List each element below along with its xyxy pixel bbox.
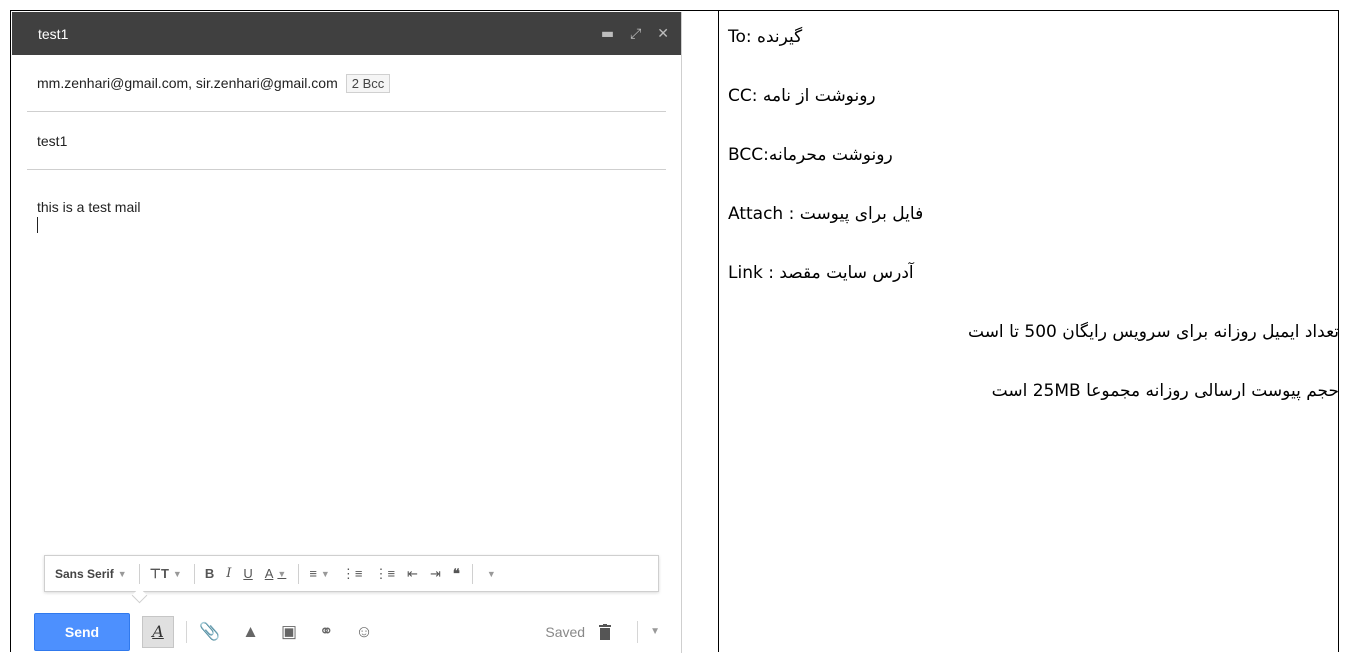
compose-titlebar: test1 ▬ ⤢ ✕	[12, 12, 681, 55]
quote-icon: ❝	[452, 565, 460, 581]
page-frame: test1 ▬ ⤢ ✕ mm.zenhari@gmail.com, sir.ze…	[10, 10, 1339, 653]
bulleted-list-button[interactable]: ⋮≡	[374, 566, 395, 582]
indent-more-icon: ⇥	[429, 565, 441, 581]
recipients-field[interactable]: mm.zenhari@gmail.com, sir.zenhari@gmail.…	[27, 55, 666, 112]
chevron-down-icon: ▼	[172, 568, 182, 579]
minimize-icon[interactable]: ▬	[601, 27, 614, 41]
indent-less-icon: ⇤	[407, 565, 418, 581]
toolbar-separator	[637, 620, 639, 643]
drive-icon[interactable]: ▲	[242, 622, 259, 642]
toolbar-separator	[298, 563, 300, 584]
font-family-label: Sans Serif	[55, 566, 114, 581]
trash-icon[interactable]	[599, 623, 612, 640]
note-link: Link : آدرس سایت مقصد	[728, 263, 914, 283]
text-color-label: A	[264, 566, 274, 581]
chevron-down-icon: ▼	[486, 568, 496, 579]
expand-icon[interactable]: ⤢	[630, 27, 641, 41]
formatting-toggle-button[interactable]: A	[142, 615, 174, 648]
subject-field[interactable]: test1	[27, 112, 666, 170]
recipients-text: mm.zenhari@gmail.com, sir.zenhari@gmail.…	[37, 75, 338, 91]
text-caret	[37, 217, 38, 233]
font-size-select[interactable]: ⊤T ▼	[150, 566, 182, 582]
numbered-list-button[interactable]: ⋮≡	[342, 566, 363, 582]
text-size-icon: ⊤T	[149, 565, 169, 581]
underline-label: U	[243, 566, 253, 581]
bold-label: B	[204, 566, 215, 581]
more-formatting-button[interactable]: ▼	[483, 569, 496, 579]
toolbar-separator	[186, 620, 187, 643]
chevron-down-icon: ▼	[277, 568, 287, 579]
italic-label: I	[226, 566, 232, 581]
link-icon[interactable]: ⚭	[319, 622, 333, 642]
toolbar-separator	[193, 563, 195, 584]
close-icon[interactable]: ✕	[657, 27, 669, 41]
note-daily-limit: تعداد ایمیل روزانه برای سرویس رایگان 500…	[968, 322, 1339, 342]
chevron-down-icon: ▼	[117, 568, 127, 579]
bold-button[interactable]: B	[205, 566, 214, 581]
align-left-icon: ≡	[309, 566, 317, 581]
bcc-badge[interactable]: 2 Bcc	[345, 73, 391, 93]
italic-button[interactable]: I	[226, 566, 231, 581]
emoji-icon[interactable]: ☺	[355, 622, 372, 642]
annotations-panel: To: گیرنده CC: رونوشت از نامه BCC:رونوشت…	[728, 11, 1339, 652]
more-options-icon[interactable]: ▼	[650, 626, 660, 637]
font-family-select[interactable]: Sans Serif ▼	[55, 567, 127, 581]
note-attachment-size: حجم پیوست ارسالی روزانه مجموعا 25MB است	[991, 381, 1339, 401]
numbered-list-icon: ⋮≡	[341, 565, 363, 581]
note-bcc: BCC:رونوشت محرمانه	[728, 145, 893, 165]
column-divider	[718, 11, 719, 652]
subject-text: test1	[37, 132, 68, 149]
indent-less-button[interactable]: ⇤	[407, 566, 418, 582]
note-to: To: گیرنده	[728, 27, 803, 47]
compose-actions: Send A 📎 ▲ ▣ ⚭ ☺ Saved ▼	[34, 610, 674, 653]
body-text: this is a test mail	[37, 199, 141, 215]
underline-button[interactable]: U	[243, 566, 252, 581]
compose-window: test1 ▬ ⤢ ✕ mm.zenhari@gmail.com, sir.ze…	[12, 12, 682, 653]
formatting-toolbar: Sans Serif ▼ ⊤T ▼ B I U A ▼ ≡ ▼ ⋮≡ ⋮≡ ⇤ ⇥ ❝ …	[44, 555, 659, 592]
toolbar-separator	[471, 563, 473, 584]
bulleted-list-icon: ⋮≡	[374, 565, 396, 581]
message-body[interactable]: this is a test mail	[37, 199, 657, 529]
note-attach: Attach : فایل برای پیوست	[728, 204, 924, 224]
quote-button[interactable]: ❝	[453, 566, 460, 582]
send-button[interactable]: Send	[34, 612, 130, 651]
compose-title: test1	[38, 25, 69, 42]
chevron-down-icon: ▼	[320, 568, 330, 579]
align-button[interactable]: ≡ ▼	[309, 566, 330, 581]
camera-icon[interactable]: ▣	[281, 622, 297, 642]
text-color-button[interactable]: A ▼	[265, 566, 287, 581]
attach-icon[interactable]: 📎	[199, 622, 220, 642]
saved-status: Saved	[545, 623, 586, 640]
toolbar-separator	[138, 563, 140, 584]
window-controls: ▬ ⤢ ✕	[601, 27, 669, 41]
indent-more-button[interactable]: ⇥	[430, 566, 441, 582]
note-cc: CC: رونوشت از نامه	[728, 86, 876, 106]
